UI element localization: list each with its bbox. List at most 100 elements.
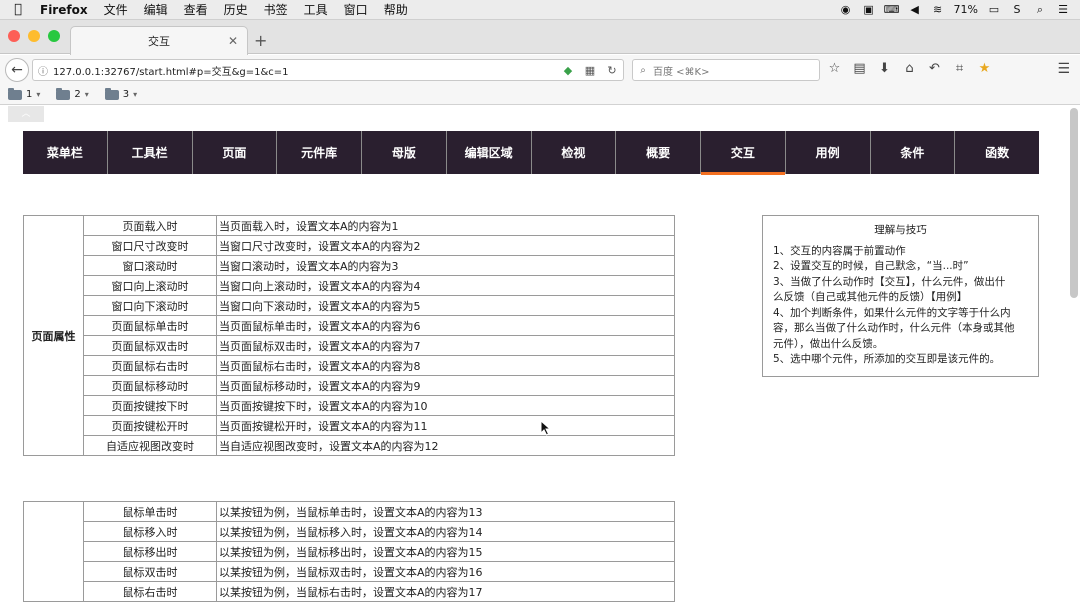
nav-item[interactable]: 页面	[193, 131, 278, 174]
tip-line: 4、加个判断条件，如果什么元件的文字等于什么内	[773, 306, 1011, 319]
menu-history[interactable]: 历史	[216, 1, 256, 18]
notification-list-icon[interactable]: ☰	[1056, 3, 1070, 16]
wifi-icon[interactable]: ≋	[931, 3, 945, 16]
nav-item[interactable]: 概要	[616, 131, 701, 174]
event-description: 当页面载入时，设置文本A的内容为1	[216, 215, 675, 236]
url-bar[interactable]: ⓘ 127.0.0.1:32767/start.html#p=交互&g=1&c=…	[32, 59, 624, 81]
search-bar[interactable]: ⌕ 百度 <⌘K>	[632, 59, 820, 81]
table-row: 鼠标右击时 以某按钮为例，当鼠标右击时，设置文本A的内容为17	[24, 581, 675, 602]
home-icon[interactable]: ⌂	[901, 61, 918, 76]
menu-help[interactable]: 帮助	[376, 1, 416, 18]
event-name: 窗口尺寸改变时	[83, 235, 217, 256]
nav-item[interactable]: 菜单栏	[23, 131, 108, 174]
spotlight-search-icon[interactable]: ⌕	[1033, 3, 1047, 16]
tab-strip: 交互 ✕ +	[0, 20, 1080, 55]
collapse-toggle[interactable]: ︿	[8, 106, 44, 122]
menu-bookmarks[interactable]: 书签	[256, 1, 296, 18]
minimize-window-button[interactable]	[28, 30, 40, 42]
event-name: 窗口滚动时	[83, 255, 217, 276]
menu-view[interactable]: 查看	[176, 1, 216, 18]
menu-file[interactable]: 文件	[96, 1, 136, 18]
app-s-icon[interactable]: S	[1010, 3, 1024, 16]
chevron-up-icon: ︿	[21, 109, 31, 119]
table-row: 页面鼠标单击时 当页面鼠标单击时，设置文本A的内容为6	[24, 315, 675, 336]
chevron-down-icon: ▾	[36, 90, 41, 99]
menu-tools[interactable]: 工具	[296, 1, 336, 18]
nav-item[interactable]: 工具栏	[108, 131, 193, 174]
menu-icon[interactable]: ☰	[1057, 61, 1070, 77]
table-row: 自适应视图改变时 当自适应视图改变时，设置文本A的内容为12	[24, 435, 675, 456]
menu-app-firefox[interactable]: Firefox	[36, 3, 96, 17]
close-window-button[interactable]	[8, 30, 20, 42]
nav-item-active[interactable]: 交互	[701, 131, 786, 175]
zoom-window-button[interactable]	[48, 30, 60, 42]
reading-list-icon[interactable]: ▤	[851, 61, 868, 76]
nav-item[interactable]: 元件库	[277, 131, 362, 174]
event-description: 当页面按键按下时，设置文本A的内容为10	[216, 395, 675, 416]
tip-line: 1、交互的内容属于前置动作	[773, 244, 906, 257]
extension-star-icon[interactable]: ★	[976, 61, 993, 76]
new-tab-icon[interactable]: +	[254, 31, 267, 50]
widget-events-table: 鼠标单击时 以某按钮为例，当鼠标单击时，设置文本A的内容为13 鼠标移入时 以某按钮为…	[23, 501, 675, 602]
event-name: 鼠标移入时	[83, 521, 217, 542]
nav-item[interactable]: 编辑区域	[447, 131, 532, 174]
table-row: 页面按键按下时 当页面按键按下时，设置文本A的内容为10	[24, 395, 675, 416]
download-icon[interactable]: ⬇	[876, 61, 893, 76]
search-placeholder[interactable]: 百度 <⌘K>	[653, 63, 710, 78]
event-description: 以某按钮为例，当鼠标移出时，设置文本A的内容为15	[216, 541, 675, 562]
nav-item[interactable]: 用例	[786, 131, 871, 174]
table-row: 页面属性 页面载入时 当页面载入时，设置文本A的内容为1	[23, 215, 675, 456]
crop-icon[interactable]: ⌗	[951, 61, 968, 76]
menu-window[interactable]: 窗口	[336, 1, 376, 18]
sound-icon[interactable]: ◀	[908, 3, 922, 16]
event-description: 当窗口尺寸改变时，设置文本A的内容为2	[216, 235, 675, 256]
apple-icon[interactable]: 	[0, 2, 36, 17]
display-icon[interactable]: ▣	[862, 3, 876, 16]
folder-icon	[8, 87, 22, 100]
bookmark-folder[interactable]: 1 ▾	[8, 87, 41, 100]
back-button[interactable]: ←	[5, 58, 29, 82]
navigation-bar: ← ⓘ 127.0.0.1:32767/start.html#p=交互&g=1&…	[0, 55, 1080, 85]
chevron-down-icon: ▾	[84, 90, 89, 99]
event-name: 鼠标右击时	[83, 581, 217, 602]
tip-line: 么反馈（自己或其他元件的反馈）【用例】	[773, 291, 968, 303]
battery-icon[interactable]: ▭	[987, 3, 1001, 16]
nav-item[interactable]: 检视	[532, 131, 617, 174]
event-description: 当页面按键松开时，设置文本A的内容为11	[216, 415, 675, 436]
section-nav-menu: 菜单栏 工具栏 页面 元件库 母版 编辑区域 检视 概要 交互 用例 条件 函数	[23, 131, 1039, 175]
bookmark-star-icon[interactable]: ☆	[826, 61, 843, 76]
event-description: 当页面鼠标单击时，设置文本A的内容为6	[216, 315, 675, 336]
window-controls	[8, 30, 60, 42]
qr-code-icon[interactable]: ▦	[579, 64, 601, 77]
event-name: 页面鼠标右击时	[83, 355, 217, 376]
menu-edit[interactable]: 编辑	[136, 1, 176, 18]
event-name: 页面鼠标单击时	[83, 315, 217, 336]
event-name: 窗口向下滚动时	[83, 295, 217, 316]
reload-icon[interactable]: ↻	[601, 64, 623, 77]
group-label: 页面属性	[23, 215, 84, 456]
keyboard-icon[interactable]: ⌨	[884, 3, 900, 16]
url-text[interactable]: 127.0.0.1:32767/start.html#p=交互&g=1&c=1	[53, 63, 557, 78]
bookmark-folder[interactable]: 2 ▾	[56, 87, 89, 100]
folder-icon	[56, 87, 71, 100]
info-icon[interactable]: ⓘ	[33, 63, 53, 78]
mouse-cursor-icon	[540, 420, 552, 436]
bookmark-folder-label: 3	[122, 89, 130, 100]
record-icon[interactable]: ◉	[839, 3, 853, 16]
nav-item[interactable]: 条件	[871, 131, 956, 174]
undo-icon[interactable]: ↶	[926, 61, 943, 76]
nav-item[interactable]: 函数	[955, 131, 1039, 174]
table-row: 页面鼠标双击时 当页面鼠标双击时，设置文本A的内容为7	[24, 335, 675, 356]
browser-tab[interactable]: 交互 ✕	[70, 26, 248, 55]
event-description: 当窗口向下滚动时，设置文本A的内容为5	[216, 295, 675, 316]
table-row: 鼠标移出时 以某按钮为例，当鼠标移出时，设置文本A的内容为15	[24, 541, 675, 562]
table-row: 页面鼠标移动时 当页面鼠标移动时，设置文本A的内容为9	[24, 375, 675, 396]
tab-close-icon[interactable]: ✕	[228, 34, 238, 48]
event-description: 以某按钮为例，当鼠标右击时，设置文本A的内容为17	[216, 581, 675, 602]
bookmark-folder[interactable]: 3 ▾	[104, 87, 137, 100]
table-row: 窗口滚动时 当窗口滚动时，设置文本A的内容为3	[24, 255, 675, 276]
scrollbar[interactable]	[1070, 108, 1078, 298]
nav-item[interactable]: 母版	[362, 131, 447, 174]
shield-icon[interactable]: ◆	[557, 64, 579, 77]
page-content: ︿ 菜单栏 工具栏 页面 元件库 母版 编辑区域 检视 概要 交互 用例 条件 …	[0, 106, 1080, 608]
